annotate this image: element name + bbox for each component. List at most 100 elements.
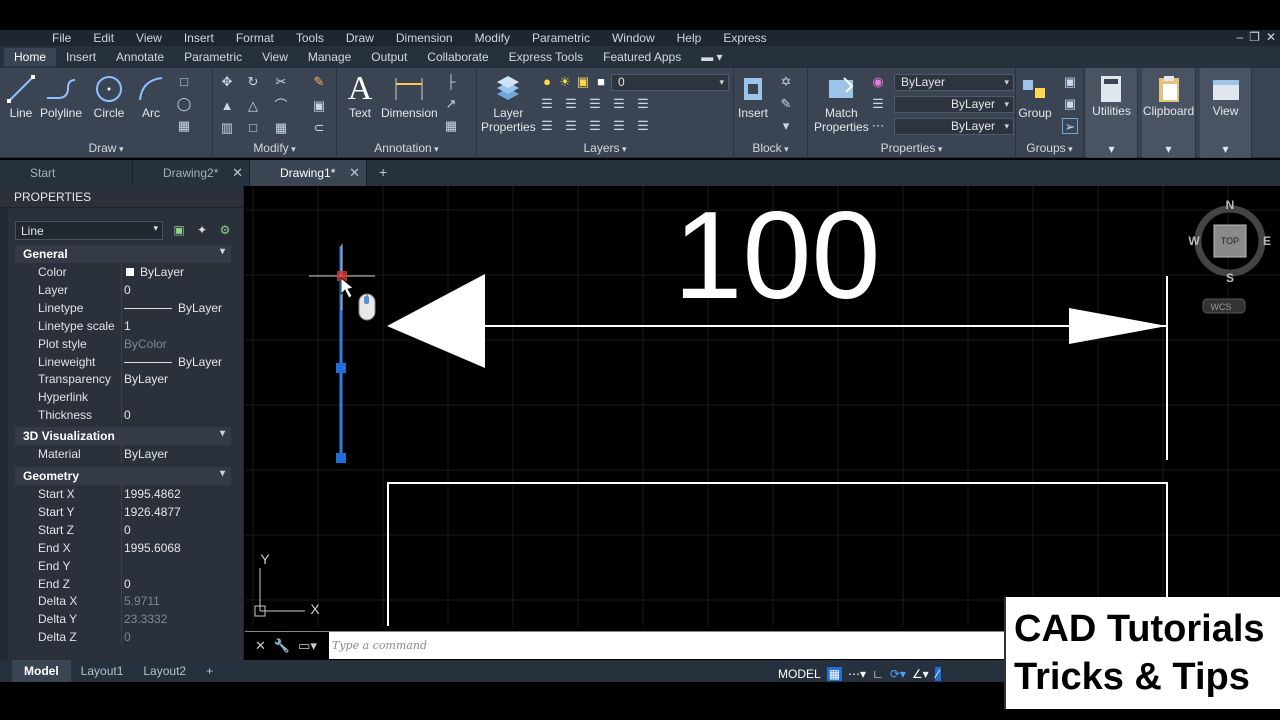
property-row-lineweight[interactable]: Lineweight ByLayer bbox=[15, 352, 231, 371]
modify-panel-title[interactable]: Modify bbox=[213, 141, 336, 155]
add-layout-icon[interactable]: + bbox=[196, 664, 223, 678]
layer-tool-2-icon[interactable]: ☰ bbox=[563, 96, 579, 112]
menu-express[interactable]: Express bbox=[723, 31, 766, 45]
layer-tool-9-icon[interactable]: ☰ bbox=[611, 118, 627, 134]
lineweight-dropdown[interactable]: ByLayer bbox=[894, 118, 1014, 135]
property-value[interactable]: ByLayer bbox=[178, 301, 222, 315]
property-row-color[interactable]: Color ByLayer bbox=[15, 263, 231, 281]
property-value[interactable]: 1 bbox=[124, 319, 131, 333]
tab-manage[interactable]: Manage bbox=[298, 48, 361, 66]
layer-properties-tool[interactable]: Layer Properties bbox=[481, 72, 536, 134]
tab-annotate[interactable]: Annotate bbox=[106, 48, 174, 66]
viewcube[interactable]: TOP N S E W WCS bbox=[1188, 198, 1271, 314]
linear-dim-icon[interactable]: ├ bbox=[443, 74, 459, 90]
property-row-layer[interactable]: Layer 0 bbox=[15, 280, 231, 299]
property-row-end-y[interactable]: End Y bbox=[15, 556, 231, 575]
linetype-dropdown[interactable]: ByLayer bbox=[894, 96, 1014, 113]
customize-icon[interactable]: 🔧 bbox=[274, 638, 290, 654]
menu-parametric[interactable]: Parametric bbox=[532, 31, 590, 45]
menu-edit[interactable]: Edit bbox=[93, 31, 114, 45]
tab-layout2[interactable]: Layout2 bbox=[133, 664, 196, 678]
property-row-end-z[interactable]: End Z 0 bbox=[15, 574, 231, 593]
ribbon-toggle-icon[interactable]: ▬ ▾ bbox=[691, 48, 732, 66]
menu-format[interactable]: Format bbox=[236, 31, 274, 45]
layer-tool-7-icon[interactable]: ☰ bbox=[563, 118, 579, 134]
lineweight-icon[interactable]: ☰ bbox=[870, 96, 886, 112]
toggle-pickadd-icon[interactable]: ▣ bbox=[171, 223, 187, 239]
text-tool[interactable]: A Text bbox=[343, 70, 377, 120]
wcs-label[interactable]: WCS bbox=[1211, 302, 1232, 312]
erase-icon[interactable]: ✎ bbox=[311, 74, 327, 90]
property-row-plot-style[interactable]: Plot style ByColor bbox=[15, 334, 231, 353]
layer-tool-4-icon[interactable]: ☰ bbox=[611, 96, 627, 112]
menu-tools[interactable]: Tools bbox=[296, 31, 324, 45]
property-row-end-x[interactable]: End X 1995.6068 bbox=[15, 538, 231, 557]
table-icon[interactable]: ▦ bbox=[443, 118, 459, 134]
layer-tool-8-icon[interactable]: ☰ bbox=[587, 118, 603, 134]
property-value[interactable]: 0 bbox=[124, 523, 131, 537]
close-icon[interactable]: ✕ bbox=[1266, 30, 1276, 44]
snap-icon[interactable]: ⋯▾ bbox=[848, 667, 866, 681]
clipboard-button[interactable]: Clipboard ▾ bbox=[1142, 68, 1196, 158]
property-row-delta-y[interactable]: Delta Y 23.3332 bbox=[15, 610, 231, 629]
tab-layout1[interactable]: Layout1 bbox=[71, 664, 134, 678]
groups-panel-title[interactable]: Groups bbox=[1016, 141, 1083, 155]
copy-icon[interactable]: ▲ bbox=[219, 98, 235, 114]
section-geometry[interactable]: Geometry bbox=[15, 467, 231, 485]
property-row-delta-x[interactable]: Delta X 5.9711 bbox=[15, 592, 231, 611]
section-general[interactable]: General bbox=[15, 245, 231, 263]
menu-insert[interactable]: Insert bbox=[184, 31, 214, 45]
object-type-select[interactable]: Line bbox=[15, 221, 163, 240]
view-button[interactable]: View ▾ bbox=[1200, 68, 1252, 158]
tab-output[interactable]: Output bbox=[361, 48, 417, 66]
layer-tool-3-icon[interactable]: ☰ bbox=[587, 96, 603, 112]
utilities-button[interactable]: Utilities ▾ bbox=[1086, 68, 1138, 158]
menu-file[interactable]: File bbox=[52, 31, 71, 45]
polyline-tool[interactable]: Polyline bbox=[40, 72, 82, 120]
close-tab-icon[interactable]: ✕ bbox=[349, 165, 360, 181]
select-objects-icon[interactable]: ✦ bbox=[194, 223, 210, 239]
mirror-icon[interactable]: △ bbox=[245, 98, 261, 114]
layer-tool-6-icon[interactable]: ☰ bbox=[539, 118, 555, 134]
property-row-transparency[interactable]: Transparency ByLayer bbox=[15, 370, 231, 389]
property-value[interactable]: ByLayer bbox=[126, 265, 184, 279]
close-command-icon[interactable]: ✕ bbox=[255, 638, 266, 654]
tab-express-tools[interactable]: Express Tools bbox=[499, 48, 593, 66]
model-space-button[interactable]: MODEL bbox=[778, 667, 821, 681]
layer-thaw-icon[interactable]: ☀ bbox=[557, 74, 573, 90]
viewcube-top-label[interactable]: TOP bbox=[1221, 236, 1239, 246]
file-tab-start[interactable]: Start bbox=[0, 160, 133, 186]
lineweight-toggle-icon[interactable]: ∕ bbox=[934, 667, 941, 681]
tab-model[interactable]: Model bbox=[12, 660, 71, 682]
layer-tool-5-icon[interactable]: ☰ bbox=[635, 96, 651, 112]
ungroup-icon[interactable]: ▣ bbox=[1062, 74, 1078, 90]
property-value[interactable]: 23.3332 bbox=[124, 612, 167, 626]
arc-tool[interactable]: Arc bbox=[134, 72, 168, 120]
dimension-tool[interactable]: Dimension bbox=[381, 72, 438, 120]
boundary-icon[interactable]: ▦ bbox=[176, 118, 192, 134]
property-value[interactable]: 1995.4862 bbox=[124, 487, 181, 501]
file-tab-drawing2[interactable]: Drawing2* ✕ bbox=[133, 160, 250, 186]
menu-window[interactable]: Window bbox=[612, 31, 655, 45]
property-row-linetype-scale[interactable]: Linetype scale 1 bbox=[15, 316, 231, 335]
layer-tool-1-icon[interactable]: ☰ bbox=[539, 96, 555, 112]
quick-select-icon[interactable]: ⚙ bbox=[217, 223, 233, 239]
rotate-icon[interactable]: ↻ bbox=[245, 74, 261, 90]
tab-view[interactable]: View bbox=[252, 48, 298, 66]
scale-icon[interactable]: □ bbox=[245, 120, 261, 136]
offset-icon[interactable]: ⊂ bbox=[311, 120, 327, 136]
recent-commands-icon[interactable]: ▭▾ bbox=[298, 638, 317, 654]
move-icon[interactable]: ✥ bbox=[219, 74, 235, 90]
block-attr-icon[interactable]: ▾ bbox=[778, 118, 794, 134]
file-tab-drawing1[interactable]: Drawing1* ✕ bbox=[250, 160, 367, 186]
layer-tool-10-icon[interactable]: ☰ bbox=[635, 118, 651, 134]
properties-panel-title[interactable]: Properties bbox=[808, 141, 1015, 155]
property-row-start-x[interactable]: Start X 1995.4862 bbox=[15, 485, 231, 503]
property-row-material[interactable]: Material ByLayer bbox=[15, 445, 231, 463]
endpoint-grip[interactable] bbox=[336, 453, 346, 463]
ortho-icon[interactable]: ∟ bbox=[872, 667, 884, 681]
edit-block-icon[interactable]: ✎ bbox=[778, 96, 794, 112]
compass-s[interactable]: S bbox=[1226, 271, 1234, 285]
property-value[interactable]: 5.9711 bbox=[124, 594, 160, 608]
property-row-start-y[interactable]: Start Y 1926.4877 bbox=[15, 502, 231, 521]
